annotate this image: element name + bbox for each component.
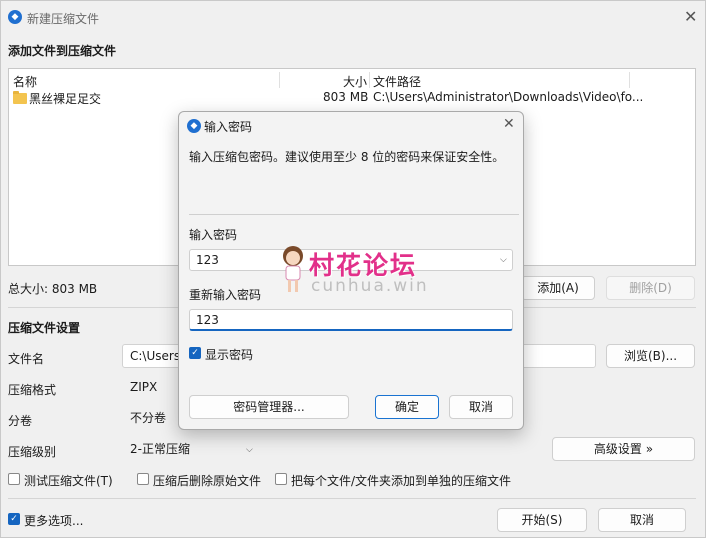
dialog-close-icon[interactable]: ✕ — [503, 116, 515, 132]
file-row[interactable]: 黑丝裸足足交 803 MB C:\Users\Administrator\Dow… — [9, 88, 695, 108]
format-select[interactable]: ZIPX — [122, 375, 182, 399]
file-size: 803 MB — [323, 90, 369, 104]
delete-after-checkbox[interactable] — [137, 473, 149, 485]
app-logo-icon: ◆ — [187, 119, 201, 133]
settings-section-title: 压缩文件设置 — [8, 321, 81, 335]
app-logo-icon: ◆ — [8, 10, 22, 24]
level-label: 压缩级别 — [8, 445, 57, 459]
dialog-description: 输入压缩包密码。建议使用至少 8 位的密码来保证安全性。 — [189, 150, 505, 164]
dialog-title: 输入密码 — [204, 120, 253, 134]
level-select-value: 2-正常压缩 — [130, 442, 190, 456]
password-manager-button[interactable]: 密码管理器... — [189, 395, 349, 419]
folder-icon — [13, 91, 27, 104]
divider — [8, 498, 696, 499]
reenter-password-label: 重新输入密码 — [189, 288, 262, 302]
filename-label: 文件名 — [8, 352, 45, 366]
file-name: 黑丝裸足足交 — [29, 92, 102, 106]
dialog-cancel-button[interactable]: 取消 — [449, 395, 513, 419]
split-select[interactable]: 不分卷 — [122, 406, 182, 430]
column-separator — [279, 72, 280, 88]
add-section-title: 添加文件到压缩文件 — [8, 44, 117, 58]
delete-after-label: 压缩后删除原始文件 — [153, 474, 262, 488]
delete-button[interactable]: 删除(D) — [606, 276, 695, 300]
cancel-button[interactable]: 取消 — [598, 508, 686, 532]
split-label: 分卷 — [8, 414, 33, 428]
total-size: 总大小: 803 MB — [8, 282, 98, 296]
column-separator — [629, 72, 630, 88]
reenter-password-input[interactable]: 123 — [189, 309, 513, 331]
test-archive-checkbox[interactable] — [8, 473, 20, 485]
show-password-checkbox[interactable]: ✓ — [189, 347, 201, 359]
file-path: C:\Users\Administrator\Downloads\Video\f… — [373, 90, 644, 104]
more-options-label: 更多选项... — [24, 514, 84, 528]
test-archive-label: 测试压缩文件(T) — [24, 474, 113, 488]
password-label: 输入密码 — [189, 228, 238, 242]
level-select[interactable]: 2-正常压缩 — [122, 437, 262, 461]
show-password-label: 显示密码 — [205, 348, 254, 362]
separate-archive-label: 把每个文件/文件夹添加到单独的压缩文件 — [291, 474, 512, 488]
dialog-divider — [189, 214, 519, 215]
advanced-settings-button[interactable]: 高级设置 » — [552, 437, 695, 461]
format-label: 压缩格式 — [8, 383, 57, 397]
add-button[interactable]: 添加(A) — [521, 276, 595, 300]
watermark-subtext: cunhua.win — [311, 276, 429, 296]
ok-button[interactable]: 确定 — [375, 395, 439, 419]
start-button[interactable]: 开始(S) — [497, 508, 587, 532]
more-options-checkbox[interactable]: ✓ — [8, 513, 20, 525]
separate-archive-checkbox[interactable] — [275, 473, 287, 485]
browse-button[interactable]: 浏览(B)... — [606, 344, 695, 368]
chevron-down-icon: ⌵ — [246, 445, 253, 455]
window-title: 新建压缩文件 — [27, 12, 100, 26]
column-separator — [369, 72, 370, 88]
watermark-figure-icon — [279, 244, 307, 296]
chevron-down-icon[interactable]: ⌵ — [500, 255, 507, 265]
title-bar: ◆ 新建压缩文件 ✕ — [1, 1, 705, 33]
close-icon[interactable]: ✕ — [684, 7, 697, 26]
